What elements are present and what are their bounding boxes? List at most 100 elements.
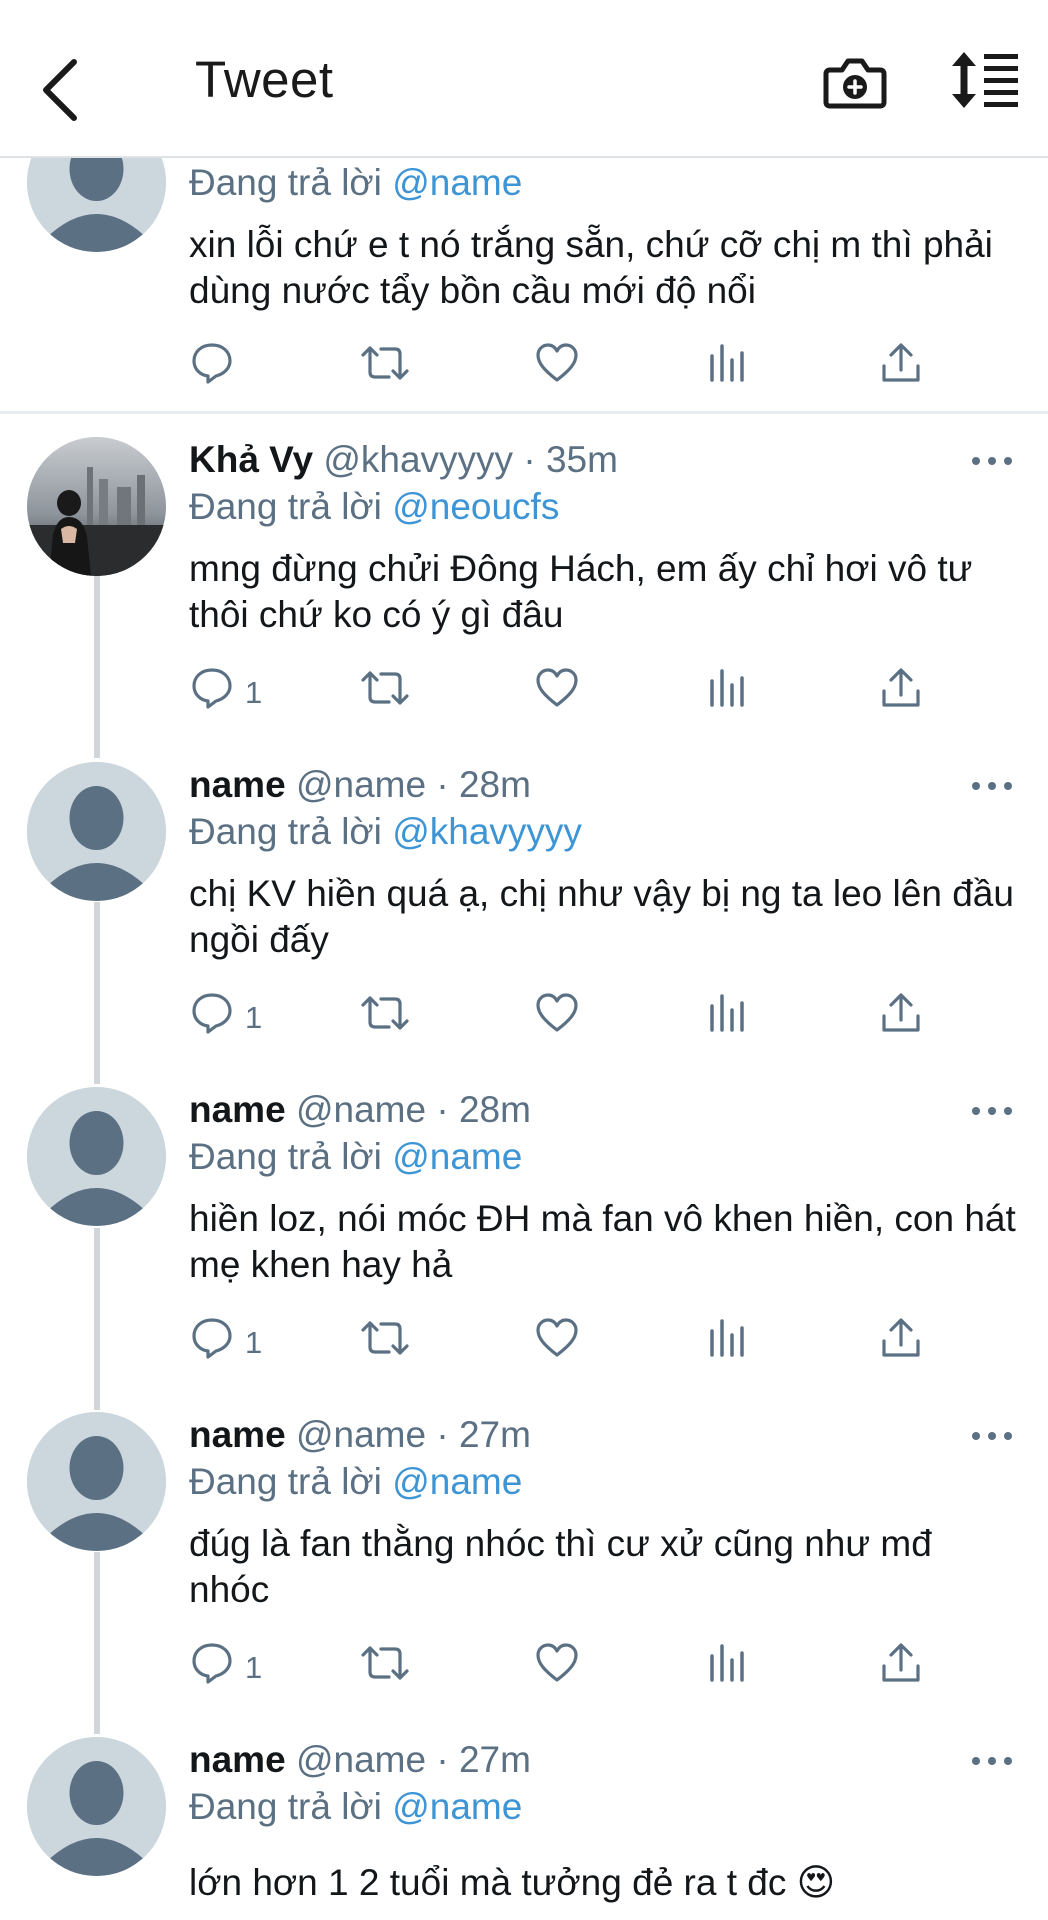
tweet-timestamp[interactable]: · 27m xyxy=(436,1739,531,1780)
heart-icon xyxy=(536,993,578,1032)
like-button[interactable] xyxy=(534,340,580,400)
heart-icon xyxy=(536,1318,578,1357)
retweet-icon xyxy=(361,346,409,380)
display-name[interactable]: Khả Vy xyxy=(189,439,313,480)
reply-button[interactable]: 1 xyxy=(189,1640,262,1700)
retweet-icon xyxy=(361,1321,409,1355)
default-avatar[interactable] xyxy=(27,1412,166,1551)
user-handle[interactable]: @name xyxy=(296,1089,426,1130)
thread-connector xyxy=(94,902,100,1084)
display-name[interactable]: name xyxy=(189,1089,286,1130)
reply-context: Đang trả lời @khavyyyy xyxy=(189,811,582,852)
share-button[interactable] xyxy=(879,1315,923,1375)
reply-mention-link[interactable]: @name xyxy=(392,162,522,203)
share-button[interactable] xyxy=(879,1640,923,1700)
sort-list-icon[interactable] xyxy=(948,50,1020,110)
reply-mention-link[interactable]: @khavyyyy xyxy=(392,811,582,852)
retweet-button[interactable] xyxy=(359,1640,411,1700)
share-button[interactable] xyxy=(879,990,923,1050)
tweet-header: name @name · 28m xyxy=(189,763,531,807)
user-handle[interactable]: @name xyxy=(296,764,426,805)
tweet-text: hiền loz, nói móc ĐH mà fan vô khen hiền… xyxy=(189,1198,1016,1285)
share-icon xyxy=(882,1318,920,1357)
more-options-icon[interactable] xyxy=(970,1101,1014,1121)
retweet-button[interactable] xyxy=(359,990,411,1050)
view-analytics-button[interactable] xyxy=(707,990,747,1050)
view-analytics-button[interactable] xyxy=(707,665,747,725)
tweet-timestamp[interactable]: · 28m xyxy=(436,764,531,805)
analytics-icon xyxy=(710,669,744,707)
heart-icon xyxy=(536,668,578,707)
retweet-icon xyxy=(361,671,409,705)
default-avatar[interactable] xyxy=(27,1087,166,1226)
tweet-divider xyxy=(0,411,1048,414)
reply-count: 1 xyxy=(245,675,263,710)
tweet-text: xin lỗi chứ e t nó trắng sẵn, chứ cỡ chị… xyxy=(189,224,993,311)
share-icon xyxy=(882,668,920,707)
reply-count: 1 xyxy=(245,1650,263,1685)
reply-button[interactable]: 1 xyxy=(189,665,262,725)
reply-mention-link[interactable]: @name xyxy=(392,1786,522,1827)
tweet-timestamp[interactable]: · 27m xyxy=(436,1414,531,1455)
reply-button[interactable]: 1 xyxy=(189,1315,262,1375)
tweet-timestamp[interactable]: · 28m xyxy=(436,1089,531,1130)
tweet-header: name @name · 28m xyxy=(189,1088,531,1132)
reply-mention-link[interactable]: @name xyxy=(392,1461,522,1502)
display-name[interactable]: name xyxy=(189,1414,286,1455)
share-icon xyxy=(882,343,920,382)
retweet-button[interactable] xyxy=(359,340,411,400)
display-name[interactable]: name xyxy=(189,764,286,805)
retweet-button[interactable] xyxy=(359,665,411,725)
camera-plus-icon[interactable] xyxy=(820,48,890,118)
tweet-header: name @name · 27m xyxy=(189,1413,531,1457)
tweet-text: chị KV hiền quá ạ, chị như vậy bị ng ta … xyxy=(189,873,1014,960)
reply-mention-link[interactable]: @neoucfs xyxy=(392,486,559,527)
analytics-icon xyxy=(710,1319,744,1357)
reply-count: 1 xyxy=(245,1000,263,1035)
chevron-left-icon[interactable] xyxy=(32,40,92,130)
like-button[interactable] xyxy=(534,990,580,1050)
default-avatar[interactable] xyxy=(27,1737,166,1876)
display-name[interactable]: name xyxy=(189,1739,286,1780)
default-avatar[interactable] xyxy=(27,762,166,901)
view-analytics-button[interactable] xyxy=(707,1640,747,1700)
reply-count: 1 xyxy=(245,1325,263,1360)
tweet-header: name @name · 27m xyxy=(189,1738,531,1782)
more-options-icon[interactable] xyxy=(970,776,1014,796)
reply-icon xyxy=(192,668,232,709)
reply-context: Đang trả lời @name xyxy=(189,162,523,203)
like-button[interactable] xyxy=(534,1315,580,1375)
tweet-actions: 1 xyxy=(189,1640,929,1700)
top-navigation-bar: Tweet xyxy=(0,0,1048,158)
analytics-icon xyxy=(710,1644,744,1682)
heart-icon xyxy=(536,1643,578,1682)
share-button[interactable] xyxy=(879,340,923,400)
reply-button[interactable] xyxy=(189,340,235,400)
like-button[interactable] xyxy=(534,1640,580,1700)
thread-connector xyxy=(94,1228,100,1410)
share-button[interactable] xyxy=(879,665,923,725)
more-options-icon[interactable] xyxy=(970,451,1014,471)
retweet-button[interactable] xyxy=(359,1315,411,1375)
like-button[interactable] xyxy=(534,665,580,725)
tweet-actions: 1 xyxy=(189,990,929,1050)
reply-context: Đang trả lời @name xyxy=(189,1786,523,1827)
view-analytics-button[interactable] xyxy=(707,340,747,400)
tweet-text: đúg là fan thằng nhóc thì cư xử cũng như… xyxy=(189,1523,932,1610)
user-handle[interactable]: @name xyxy=(296,1414,426,1455)
reply-mention-link[interactable]: @name xyxy=(392,1136,522,1177)
reply-icon xyxy=(192,1318,232,1359)
more-options-icon[interactable] xyxy=(970,1426,1014,1446)
user-handle[interactable]: @name xyxy=(296,1739,426,1780)
heart-icon xyxy=(536,343,578,382)
tweet-text: lớn hơn 1 2 tuổi mà tưởng đẻ ra t đc 😍 xyxy=(189,1862,836,1903)
tweet-timestamp[interactable]: · 35m xyxy=(523,439,618,480)
user-handle[interactable]: @khavyyyy xyxy=(323,439,513,480)
tweet-actions: 1 xyxy=(189,1315,929,1375)
analytics-icon xyxy=(710,994,744,1032)
reply-button[interactable]: 1 xyxy=(189,990,262,1050)
more-options-icon[interactable] xyxy=(970,1751,1014,1771)
user-avatar-photo[interactable] xyxy=(27,437,166,576)
view-analytics-button[interactable] xyxy=(707,1315,747,1375)
tweet-thread: Đang trả lời @name xin lỗi chứ e t nó tr… xyxy=(0,0,1048,1920)
